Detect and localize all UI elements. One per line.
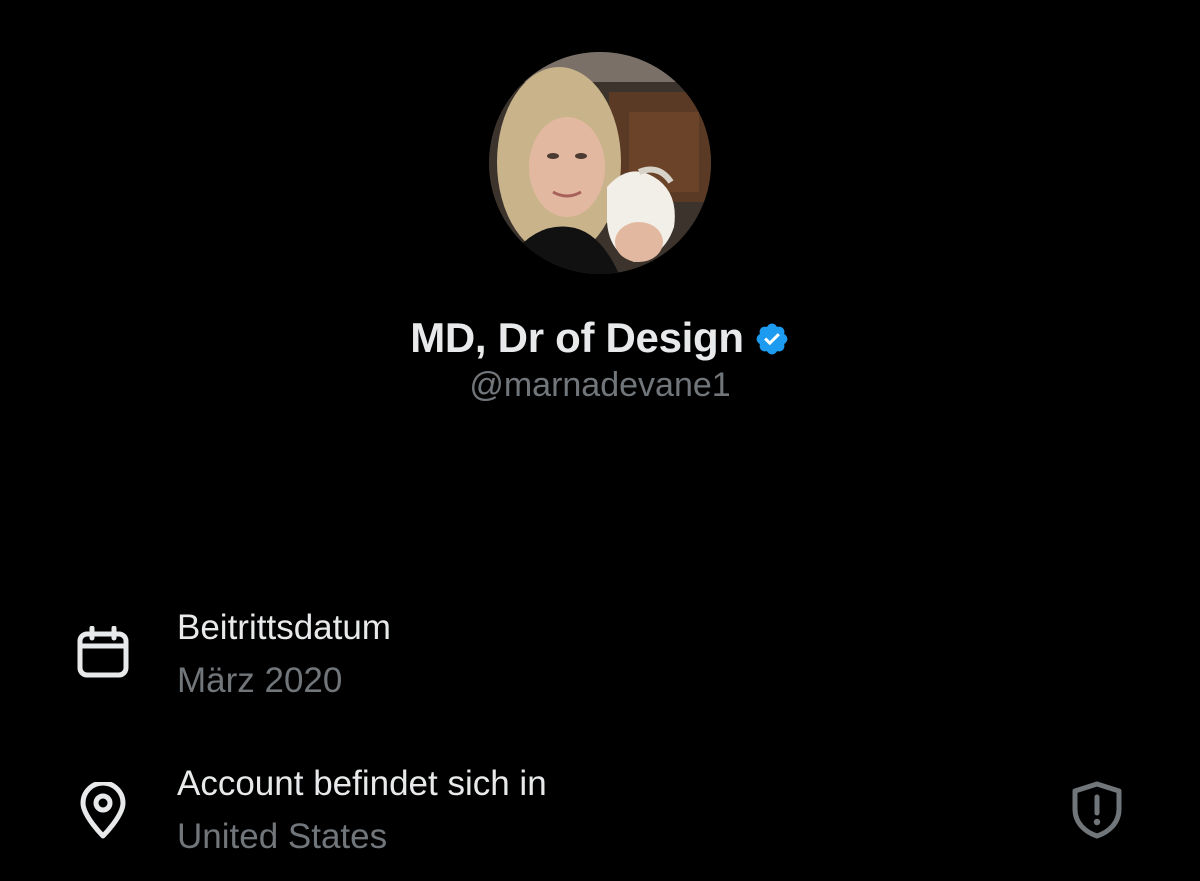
joined-label: Beitrittsdatum — [177, 608, 391, 647]
location-value: United States — [177, 817, 388, 856]
shield-alert-icon[interactable] — [1070, 781, 1124, 839]
location-pin-icon — [76, 782, 130, 839]
profile-about-screen: MD, Dr of Design @marnadevane1 Beitritts… — [0, 0, 1200, 881]
joined-value: März 2020 — [177, 661, 343, 700]
verified-badge-icon[interactable] — [754, 321, 790, 357]
avatar[interactable] — [489, 52, 711, 274]
display-name: MD, Dr of Design — [410, 314, 744, 361]
profile-handle: @marnadevane1 — [469, 366, 731, 404]
calendar-icon — [76, 626, 130, 680]
avatar-photo — [489, 52, 711, 274]
name-row: MD, Dr of Design — [0, 308, 1200, 368]
location-label: Account befindet sich in — [177, 764, 547, 803]
